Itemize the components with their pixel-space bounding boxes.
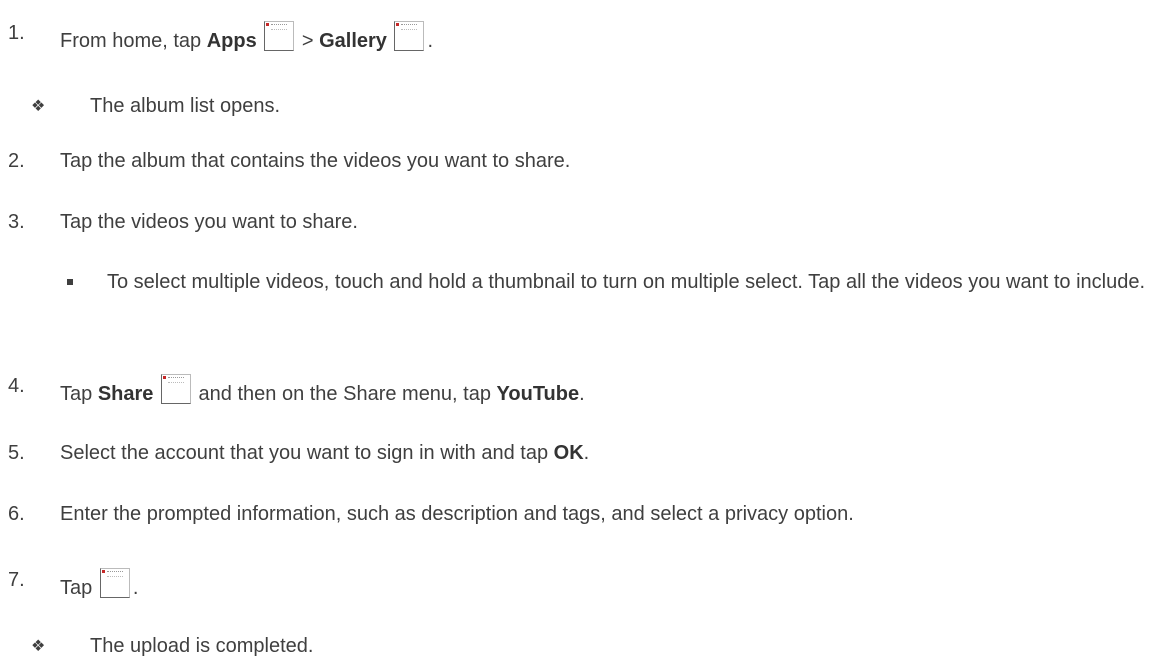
apps-icon xyxy=(264,21,295,51)
step-text: Tap the album that contains the videos y… xyxy=(60,150,571,172)
step-text: Select the account that you want to sign… xyxy=(60,442,554,464)
period: . xyxy=(583,442,590,464)
step-number: 2. xyxy=(8,150,25,172)
step-number: 5. xyxy=(8,442,25,464)
gallery-label: Gallery xyxy=(319,30,387,52)
step-number: 7. xyxy=(8,569,25,591)
period: . xyxy=(579,383,585,405)
youtube-label: YouTube xyxy=(496,383,580,405)
share-label: Share xyxy=(97,383,154,405)
step-text: Tap xyxy=(60,383,98,405)
ok-label: OK xyxy=(553,442,584,464)
upload-icon xyxy=(99,568,130,598)
step-text: From home, tap xyxy=(60,30,207,52)
step-number: 6. xyxy=(8,503,25,525)
bullet-text: To select multiple videos, touch and hol… xyxy=(107,271,1146,293)
step-text: Enter the prompted information, such as … xyxy=(60,503,854,525)
step-text: Tap xyxy=(60,577,98,599)
step-text-mid: and then on the Share menu, tap xyxy=(198,383,497,405)
diamond-bullet-icon: ❖ xyxy=(31,98,46,115)
note-text: The album list opens. xyxy=(90,95,281,117)
diamond-bullet-icon: ❖ xyxy=(31,638,46,655)
period: . xyxy=(427,30,434,52)
step-text: Tap the videos you want to share. xyxy=(60,211,358,233)
apps-label: Apps xyxy=(206,30,257,52)
gallery-icon xyxy=(394,21,425,51)
separator-text: > xyxy=(296,30,320,52)
step-number: 4. xyxy=(8,375,25,397)
period: . xyxy=(132,577,139,599)
step-number: 1. xyxy=(8,22,25,44)
step-number: 3. xyxy=(8,211,25,233)
note-text: The upload is completed. xyxy=(90,635,314,657)
share-icon xyxy=(160,374,191,404)
square-bullet-icon xyxy=(67,279,73,285)
